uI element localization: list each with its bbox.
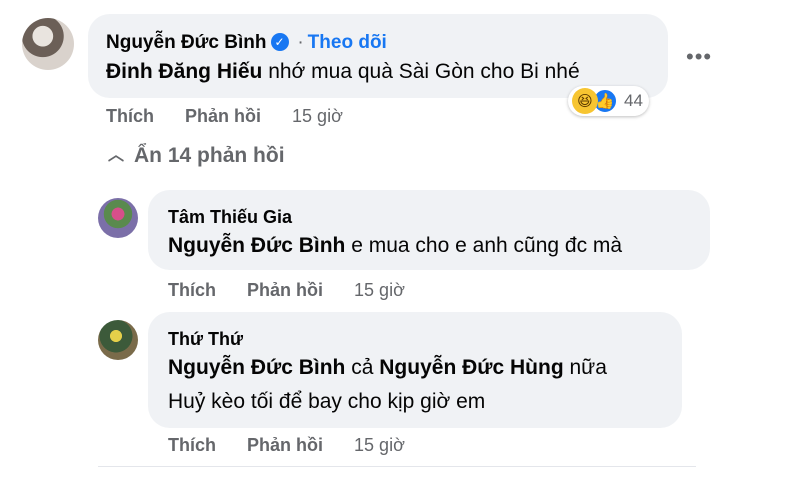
avatar[interactable]	[98, 198, 138, 238]
chevron-up-icon: ︿	[108, 147, 125, 164]
reply-mention[interactable]: Nguyễn Đức Bình	[168, 234, 345, 257]
avatar[interactable]	[98, 320, 138, 360]
reply-bubble	[148, 190, 710, 270]
hide-replies-label: Ẩn 14 phản hồi	[134, 144, 285, 167]
avatar[interactable]	[22, 18, 74, 70]
reply-button[interactable]: Phản hồi	[247, 280, 323, 300]
reply-connector: cả	[351, 356, 374, 379]
divider	[98, 466, 696, 467]
like-button[interactable]: Thích	[106, 106, 154, 126]
reply-text: Nguyễn Đức Bình e mua cho e anh cũng đc …	[168, 234, 622, 258]
comment-body: nhớ mua quà Sài Gòn cho Bi nhé	[268, 60, 580, 83]
reply-actions: Thích Phản hồi 15 giờ	[168, 280, 405, 301]
comment-mention[interactable]: Đinh Đăng Hiếu	[106, 60, 262, 83]
follow-button[interactable]: Theo dõi	[308, 32, 387, 53]
reply-suffix: nữa	[569, 356, 607, 379]
reply-author-name[interactable]: Tâm Thiếu Gia	[168, 207, 292, 228]
reply-author: Tâm Thiếu Gia	[168, 205, 292, 229]
comment-text: Đinh Đăng Hiếu nhớ mua quà Sài Gòn cho B…	[106, 60, 580, 84]
reply-text-line-2: Huỷ kèo tối để bay cho kịp giờ em	[168, 390, 486, 413]
like-button[interactable]: Thích	[168, 280, 216, 300]
reply-body: e mua cho e anh cũng đc mà	[351, 234, 623, 257]
reaction-summary[interactable]: 😆 👍 44	[568, 86, 649, 116]
reply-button[interactable]: Phản hồi	[247, 435, 323, 455]
comment-actions: Thích Phản hồi 15 giờ	[106, 106, 343, 127]
like-button[interactable]: Thích	[168, 435, 216, 455]
more-options-icon[interactable]: •••	[686, 44, 712, 70]
reply-mention-2[interactable]: Nguyễn Đức Hùng	[379, 356, 563, 379]
reply-author-name[interactable]: Thứ Thứ	[168, 329, 243, 350]
reply-author: Thứ Thứ	[168, 327, 243, 351]
reply-time[interactable]: 15 giờ	[354, 435, 405, 455]
reply-button[interactable]: Phản hồi	[185, 106, 261, 126]
separator-dot: ·	[297, 32, 304, 53]
reply-mention[interactable]: Nguyễn Đức Bình	[168, 356, 345, 379]
reaction-count: 44	[624, 91, 643, 110]
comment-time[interactable]: 15 giờ	[292, 106, 343, 126]
comment-header: Nguyễn Đức Bình ✓ · Theo dõi	[106, 30, 387, 54]
reply-time[interactable]: 15 giờ	[354, 280, 405, 300]
haha-reaction-icon: 😆	[572, 88, 598, 114]
hide-replies-toggle[interactable]: ︿ Ẩn 14 phản hồi	[108, 143, 285, 168]
reply-text: Nguyễn Đức Bình cả Nguyễn Đức Hùng nữa	[168, 356, 607, 380]
verified-badge-icon: ✓	[270, 33, 289, 52]
reply-actions: Thích Phản hồi 15 giờ	[168, 435, 405, 456]
comment-author[interactable]: Nguyễn Đức Bình	[106, 32, 267, 54]
